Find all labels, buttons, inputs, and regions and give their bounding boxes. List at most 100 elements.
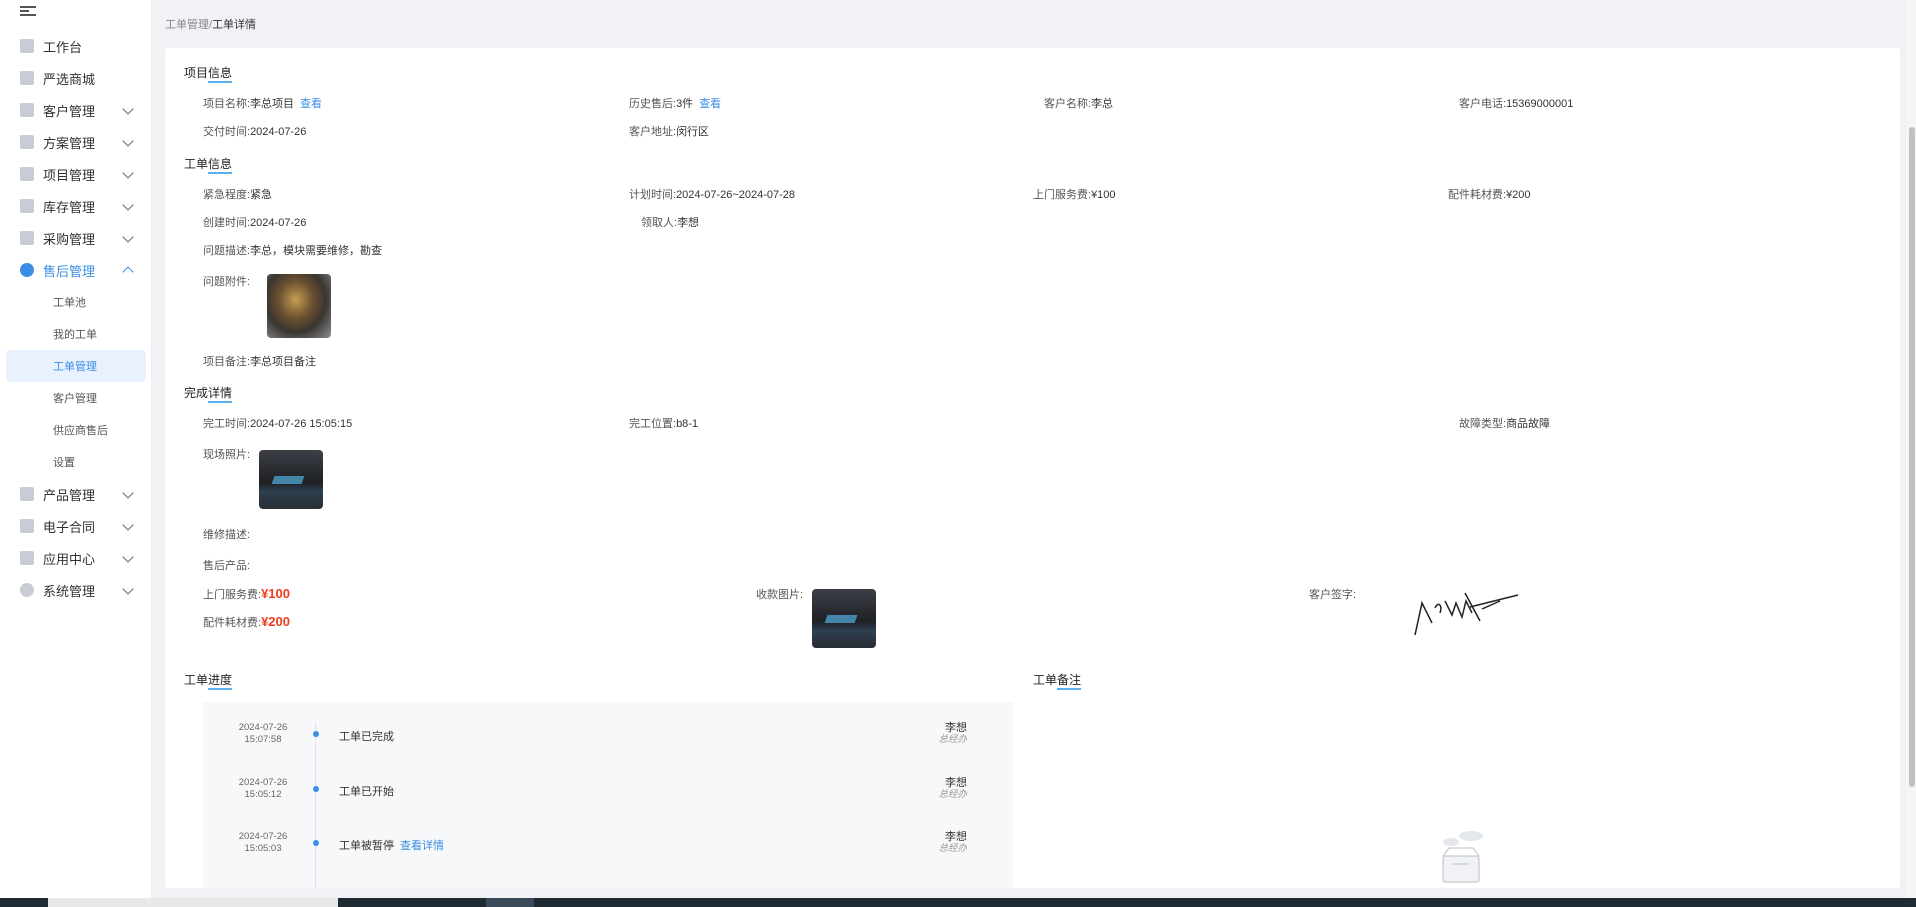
timeline-text: 工单已开始	[339, 786, 394, 798]
field-signature-label: 客户签字:	[1309, 589, 1357, 601]
breadcrumb: 工单管理/工单详情	[165, 16, 256, 32]
sidebar-subitem-settings[interactable]: 设置	[0, 446, 152, 478]
home-icon	[20, 39, 34, 53]
field-receiver: 领取人:李想	[641, 217, 700, 229]
timeline-date: 2024-07-26 15:05:12	[238, 777, 288, 800]
sidebar-item-customers[interactable]: 客户管理	[0, 94, 152, 126]
breadcrumb-current: 工单详情	[212, 19, 257, 31]
section-title-remarks: 工单备注	[1033, 671, 1082, 690]
boxes-icon	[20, 199, 34, 213]
field-completion-service-fee: 上门服务费:¥100	[203, 586, 290, 601]
headset-icon	[20, 263, 34, 277]
document-icon	[20, 135, 34, 149]
section-title-completion: 完成详情	[184, 384, 233, 403]
sidebar-item-contracts[interactable]: 电子合同	[0, 510, 152, 542]
sidebar-item-purchasing[interactable]: 采购管理	[0, 222, 152, 254]
field-customer-phone: 客户电话:15369000001	[1459, 98, 1574, 110]
sidebar-item-after-sales[interactable]: 售后管理	[0, 254, 152, 286]
chevron-down-icon	[122, 167, 134, 179]
timeline-row: 2024-07-26 15:05:12 工单已开始 李想 总经办	[203, 777, 1013, 817]
gear-icon	[20, 583, 34, 597]
timeline-date: 2024-07-26 15:07:58	[238, 722, 288, 745]
timeline-text: 工单已完成	[339, 731, 394, 743]
chevron-down-icon	[122, 103, 134, 115]
section-title-order-info: 工单信息	[184, 155, 233, 174]
sidebar-item-solutions[interactable]: 方案管理	[0, 126, 152, 158]
scrollbar-thumb[interactable]	[1909, 127, 1915, 787]
field-payment-image-label: 收款图片:	[756, 589, 804, 601]
section-title-project-info: 项目信息	[184, 64, 233, 83]
view-project-link[interactable]: 查看	[300, 98, 322, 110]
contract-icon	[20, 519, 34, 533]
field-service-fee: 上门服务费:¥100	[1033, 189, 1116, 201]
chevron-down-icon	[122, 519, 134, 531]
customer-signature-image	[1414, 592, 1519, 636]
timeline-dot	[313, 786, 319, 792]
sidebar-item-workbench[interactable]: 工作台	[0, 30, 152, 62]
payment-image[interactable]	[812, 589, 876, 648]
field-project-name: 项目名称:李总项目 查看	[203, 98, 323, 110]
sidebar-subitem-my-orders[interactable]: 我的工单	[0, 318, 152, 350]
taskbar-item[interactable]	[486, 898, 534, 907]
progress-timeline: 2024-07-26 15:07:58 工单已完成 李想 总经办 2024-07-2…	[203, 702, 1013, 888]
timeline-user: 李想 总经办	[938, 777, 967, 800]
sidebar-item-system[interactable]: 系统管理	[0, 574, 152, 606]
sidebar-subitem-supplier-after-sales[interactable]: 供应商售后	[0, 414, 152, 446]
sidebar-subitem-order-pool[interactable]: 工单池	[0, 286, 152, 318]
field-urgency: 紧急程度:紧急	[203, 189, 273, 201]
timeline-row: 2024-07-26 15:05:03 工单被暂停 查看详情 李想 总经办	[203, 831, 1013, 871]
timeline-user: 李想 总经办	[938, 831, 967, 854]
sidebar-menu: 工作台 严选商城 客户管理 方案管理 项目管理 库存管理 采购管理 售后管理 工…	[0, 30, 152, 606]
sidebar-subitem-order-management[interactable]: 工单管理	[6, 350, 146, 382]
sidebar-item-inventory[interactable]: 库存管理	[0, 190, 152, 222]
field-history: 历史售后:3件 查看	[629, 98, 722, 110]
field-repair-desc: 维修描述:	[203, 529, 251, 541]
field-customer-name: 客户名称:李总	[1044, 98, 1114, 110]
sidebar: 工作台 严选商城 客户管理 方案管理 项目管理 库存管理 采购管理 售后管理 工…	[0, 0, 152, 898]
field-problem-desc: 问题描述:李总，模块需要维修，勘查	[203, 245, 383, 257]
field-completion-parts-fee: 配件耗材费:¥200	[203, 614, 290, 629]
sidebar-item-products[interactable]: 产品管理	[0, 478, 152, 510]
problem-attachment-image[interactable]	[267, 274, 331, 338]
timeline-dot	[313, 731, 319, 737]
page-scrollbar[interactable]	[1906, 0, 1916, 898]
field-complete-time: 完工时间:2024-07-26 15:05:15	[203, 418, 353, 430]
users-icon	[20, 103, 34, 117]
field-parts-fee: 配件耗材费:¥200	[1448, 189, 1531, 201]
field-after-sales-product: 售后产品:	[203, 560, 251, 572]
chevron-down-icon	[122, 583, 134, 595]
field-complete-location: 完工位置:b8-1	[629, 418, 699, 430]
breadcrumb-parent[interactable]: 工单管理	[165, 19, 209, 31]
folder-icon	[20, 167, 34, 181]
menu-collapse-icon[interactable]	[20, 4, 36, 18]
field-site-photo-label: 现场照片:	[203, 449, 251, 461]
sidebar-subitem-customer-management[interactable]: 客户管理	[0, 382, 152, 414]
timeline-text: 工单被暂停 查看详情	[339, 840, 444, 852]
store-icon	[20, 71, 34, 85]
view-details-link[interactable]: 查看详情	[400, 840, 444, 852]
site-photo-image[interactable]	[259, 450, 323, 509]
field-problem-attachment-label: 问题附件:	[203, 276, 251, 288]
timeline-row: 2024-07-26 15:07:58 工单已完成 李想 总经办	[203, 722, 1013, 762]
grid-icon	[20, 551, 34, 565]
field-project-note: 项目备注:李总项目备注	[203, 356, 317, 368]
empty-state-icon	[1442, 831, 1483, 883]
field-fault-type: 故障类型:商品故障	[1459, 418, 1551, 430]
chevron-down-icon	[122, 135, 134, 147]
sidebar-item-projects[interactable]: 项目管理	[0, 158, 152, 190]
timeline-dot	[313, 840, 319, 846]
taskbar-item[interactable]	[48, 898, 338, 907]
timeline-date: 2024-07-26 15:05:03	[238, 831, 288, 854]
chevron-up-icon	[122, 266, 134, 278]
field-customer-address: 客户地址:闵行区	[629, 126, 710, 138]
view-history-link[interactable]: 查看	[699, 98, 721, 110]
cart-icon	[20, 231, 34, 245]
field-created-time: 创建时间:2024-07-26	[203, 217, 307, 229]
product-icon	[20, 487, 34, 501]
timeline-user: 李想 总经办	[938, 722, 967, 745]
chevron-down-icon	[122, 231, 134, 243]
chevron-down-icon	[122, 199, 134, 211]
sidebar-item-mall[interactable]: 严选商城	[0, 62, 152, 94]
field-plan-time: 计划时间:2024-07-26~2024-07-28	[629, 189, 796, 201]
sidebar-item-apps[interactable]: 应用中心	[0, 542, 152, 574]
